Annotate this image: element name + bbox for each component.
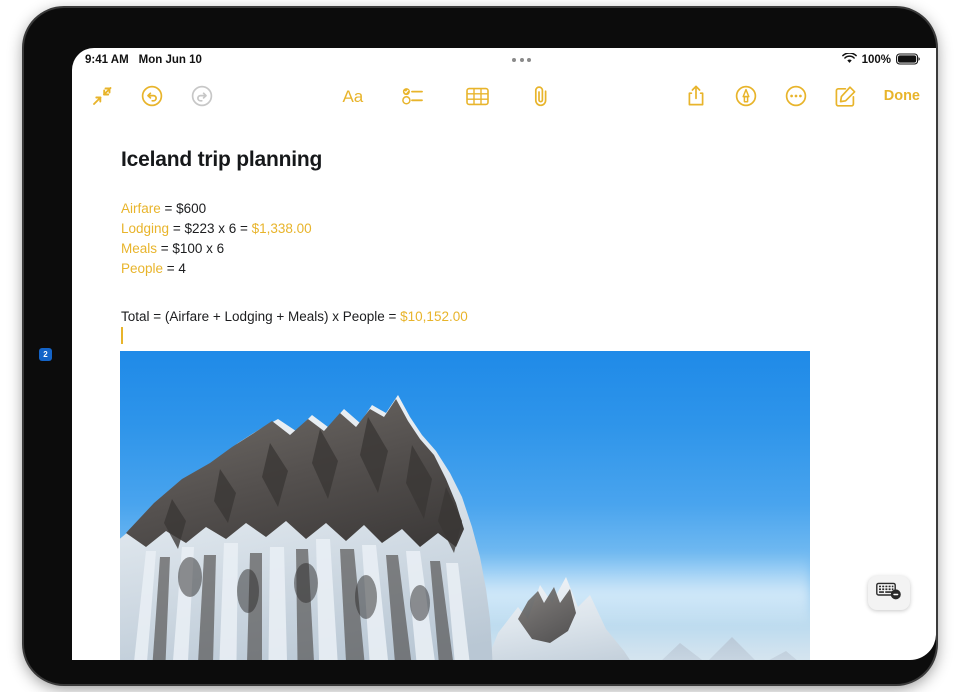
wifi-icon	[841, 52, 857, 67]
note-photo[interactable]	[120, 351, 810, 660]
redo-icon[interactable]	[188, 82, 216, 110]
status-bar-center	[202, 58, 842, 62]
calc-expression-airfare: = $600	[160, 201, 207, 216]
note-body[interactable]: Iceland trip planning Airfare = $600 Lod…	[72, 120, 936, 660]
toolbar-center-group: Aa	[216, 82, 682, 110]
calc-variable-lodging: Lodging	[121, 221, 170, 236]
ipad-device-frame: 2 9:41 AM Mon Jun 10 100% Aa Done Icelan…	[24, 8, 936, 684]
share-icon[interactable]	[682, 82, 710, 110]
battery-percent-label: 100%	[861, 54, 891, 66]
status-bar-left: 9:41 AM Mon Jun 10	[72, 54, 202, 66]
toolbar-right-group: Done	[682, 82, 936, 110]
toolbar-left-group	[72, 82, 216, 110]
calc-variable-meals: Meals	[121, 241, 158, 256]
status-bar-time: 9:41 AM	[85, 54, 129, 66]
done-button[interactable]: Done	[882, 88, 920, 104]
calc-line-meals[interactable]: Meals = $100 x 6	[121, 239, 312, 259]
calc-variable-airfare: Airfare	[121, 201, 161, 216]
battery-full-icon	[896, 52, 920, 68]
checklist-icon[interactable]	[399, 82, 427, 110]
calc-line-lodging[interactable]: Lodging = $223 x 6 = $1,338.00	[121, 219, 312, 239]
status-bar: 9:41 AM Mon Jun 10 100%	[72, 48, 936, 72]
calc-line-total[interactable]: Total = (Airfare + Lodging + Meals) x Pe…	[121, 307, 468, 327]
format-icon[interactable]: Aa	[342, 88, 363, 105]
calc-line-people[interactable]: People = 4	[121, 259, 312, 279]
status-bar-date: Mon Jun 10	[138, 54, 202, 66]
markup-icon[interactable]	[732, 82, 760, 110]
calc-result-lodging: $1,338.00	[251, 221, 312, 236]
keyboard-dismiss-icon	[876, 581, 902, 606]
calc-expression-meals: = $100 x 6	[157, 241, 225, 256]
calculation-block[interactable]: Airfare = $600 Lodging = $223 x 6 = $1,3…	[121, 199, 312, 279]
collapse-arrows-icon[interactable]	[88, 82, 116, 110]
compose-icon[interactable]	[832, 82, 860, 110]
keyboard-dismiss-button[interactable]	[868, 576, 910, 610]
calc-line-airfare[interactable]: Airfare = $600	[121, 199, 312, 219]
calc-expression-people: = 4	[163, 261, 186, 276]
ipad-screen: 9:41 AM Mon Jun 10 100% Aa Done Iceland …	[72, 48, 936, 660]
text-caret	[121, 327, 123, 344]
calc-result-total: $10,152.00	[400, 309, 468, 324]
photo-mountain-range	[120, 395, 797, 660]
more-icon[interactable]	[782, 82, 810, 110]
calc-expression-lodging: = $223 x 6 =	[169, 221, 252, 236]
callout-marker-2: 2	[39, 348, 52, 361]
status-bar-right: 100%	[841, 52, 936, 68]
note-title[interactable]: Iceland trip planning	[121, 148, 322, 172]
attachment-icon[interactable]	[527, 82, 555, 110]
note-toolbar: Aa Done	[72, 72, 936, 120]
undo-icon[interactable]	[138, 82, 166, 110]
calc-variable-people: People	[121, 261, 164, 276]
multitask-handle-icon[interactable]	[512, 58, 532, 62]
calc-expression-total: Total = (Airfare + Lodging + Meals) x Pe…	[121, 309, 401, 324]
table-icon[interactable]	[463, 82, 491, 110]
